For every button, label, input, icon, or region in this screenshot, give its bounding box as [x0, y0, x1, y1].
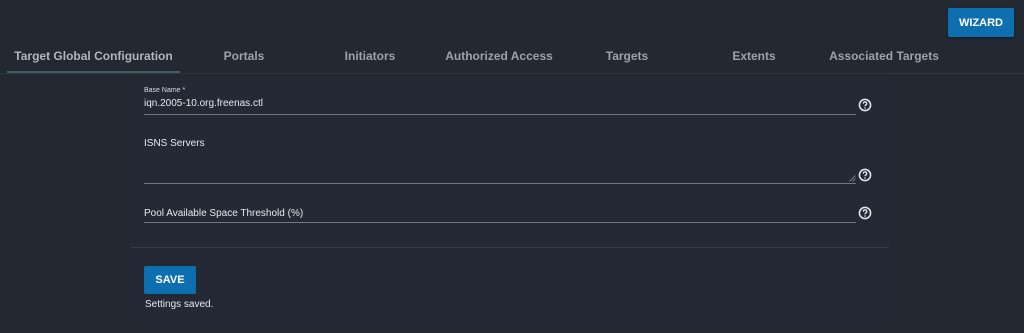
tab-authorized-access[interactable]: Authorized Access: [443, 40, 555, 73]
tab-targets[interactable]: Targets: [580, 40, 674, 73]
active-tab-indicator: [7, 71, 180, 73]
help-icon[interactable]: [858, 168, 872, 182]
isns-servers-underline: [144, 183, 856, 184]
pool-threshold-underline: [144, 222, 856, 223]
tab-initiators[interactable]: Initiators: [320, 40, 420, 73]
base-name-underline: [144, 114, 856, 115]
tab-target-global-configuration[interactable]: Target Global Configuration: [7, 40, 180, 73]
base-name-label: Base Name *: [144, 87, 186, 94]
help-icon[interactable]: [858, 98, 872, 112]
help-icon[interactable]: [858, 206, 872, 220]
status-message: Settings saved.: [145, 299, 214, 310]
wizard-button[interactable]: WIZARD: [948, 8, 1014, 37]
card-divider: [131, 247, 889, 248]
save-button[interactable]: SAVE: [144, 266, 196, 294]
isns-servers-label: ISNS Servers: [144, 138, 205, 149]
tab-associated-targets[interactable]: Associated Targets: [826, 40, 942, 73]
pool-threshold-field[interactable]: Pool Available Space Threshold (%): [144, 208, 303, 219]
tab-portals[interactable]: Portals: [195, 40, 293, 73]
tab-bar: Target Global Configuration Portals Init…: [0, 40, 1024, 74]
tab-extents[interactable]: Extents: [704, 40, 804, 73]
base-name-field[interactable]: iqn.2005-10.org.freenas.ctl: [144, 98, 263, 109]
resize-grip-icon[interactable]: [849, 175, 856, 182]
